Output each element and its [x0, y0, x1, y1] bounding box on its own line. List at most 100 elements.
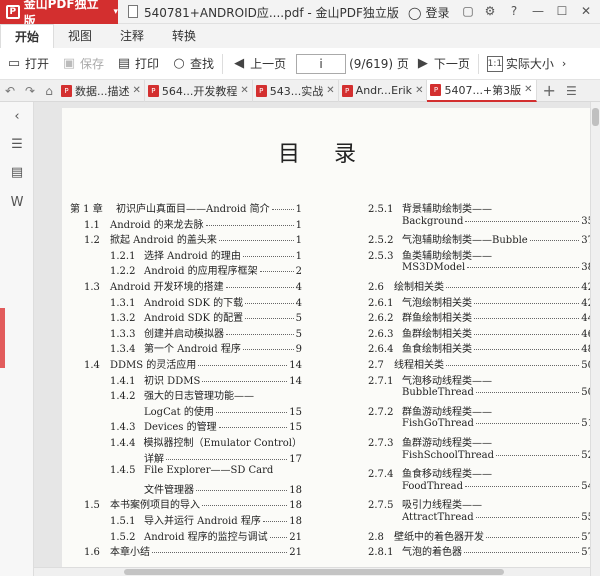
- toc-entry: 1.4.5 File Explorer——SD Card: [110, 465, 302, 476]
- toc-entry: 详解 17: [144, 450, 302, 465]
- toc-entry: 1.1 Android 的来龙去脉 1: [84, 216, 302, 231]
- maximize-icon[interactable]: ☐: [554, 3, 570, 19]
- toc-entry: 1.6 本章小结 21: [84, 543, 302, 558]
- toc-entry: 1.5.2 Android 程序的监控与调试 21: [110, 528, 302, 543]
- new-tab-icon[interactable]: +: [543, 81, 556, 100]
- close-tab-icon[interactable]: ✕: [524, 84, 532, 95]
- toc-entry-page: 15: [289, 406, 302, 418]
- toc-entry-text: LogCat 的使用: [144, 406, 214, 418]
- toc-entry-number: 2.7.1: [368, 375, 394, 387]
- skin-icon[interactable]: ▢: [460, 3, 476, 19]
- close-tab-icon[interactable]: ✕: [326, 85, 334, 96]
- toc-entry-number: 1.5.1: [110, 516, 136, 527]
- vertical-scrollbar[interactable]: [590, 102, 600, 576]
- home-icon[interactable]: ⌂: [40, 84, 58, 98]
- toc-entry-page: 14: [289, 375, 302, 387]
- close-tab-icon[interactable]: ✕: [240, 85, 248, 96]
- next-page-button[interactable]: ▶ 下一页: [409, 48, 476, 80]
- toc-leader-dots: [218, 427, 288, 429]
- toc-entry-text: 群鱼游动线程类——: [402, 406, 492, 418]
- thumbnails-icon[interactable]: ▤: [9, 166, 25, 180]
- toc-entry: 2.7.4 鱼食移动线程类——: [368, 465, 594, 480]
- close-icon[interactable]: ✕: [578, 3, 594, 19]
- toc-entry: 1.4 DDMS 的灵活应用 14: [84, 356, 302, 371]
- print-button[interactable]: ▤ 打印: [110, 48, 165, 80]
- toc-leader-dots: [242, 349, 294, 351]
- toc-leader-dots: [269, 536, 288, 538]
- page-number-input[interactable]: i: [296, 53, 347, 74]
- gear-icon[interactable]: ⚙: [482, 3, 498, 19]
- find-button[interactable]: ○ 查找: [165, 48, 220, 80]
- toc-entry: 1.2.1 选择 Android 的理由 1: [110, 247, 302, 262]
- outline-icon[interactable]: ☰: [9, 138, 25, 152]
- toc-entry: 2.5.2 气泡辅助绘制类——Bubble 37: [368, 231, 594, 246]
- tab-list-icon[interactable]: ☰: [566, 84, 577, 98]
- toc-entry-page: 14: [289, 360, 302, 371]
- print-label: 打印: [135, 57, 160, 71]
- toc-entry-number: 1.2.1: [110, 250, 136, 262]
- doc-tab-active[interactable]: P 5407...+第3版 ✕: [427, 79, 537, 102]
- doc-tab[interactable]: P 543...实战 ✕: [253, 79, 339, 102]
- toc-leader-dots: [262, 521, 288, 522]
- doc-tab-label: 5407...+第3版: [444, 83, 522, 97]
- toc-entry-text: 气泡绘制相关类: [402, 297, 472, 309]
- toc-entry-number: 1.2: [84, 235, 100, 247]
- toc-entry-number: 2.6: [368, 282, 384, 293]
- toc-entry-page: 17: [289, 453, 302, 465]
- toc-entry-text: File Explorer——SD Card: [144, 465, 274, 477]
- page-count-label: (9/619) 页: [349, 57, 409, 71]
- tab-view[interactable]: 视图: [54, 24, 106, 48]
- doc-tab[interactable]: P 564...开发教程 ✕: [145, 79, 253, 102]
- doc-tab-label: Andr...Erik: [355, 84, 413, 97]
- toc-leader-dots: [474, 349, 580, 351]
- toc-entry-number: 1.2.2: [110, 266, 136, 278]
- save-button[interactable]: ▣ 保存: [55, 48, 110, 80]
- toc-entry: FishGoThread 51: [402, 418, 594, 429]
- toc-entry-text: 第一个 Android 程序: [144, 344, 241, 356]
- sidebar-collapse-icon[interactable]: ‹: [9, 110, 25, 124]
- minimize-icon[interactable]: —: [530, 3, 546, 19]
- toc-entry: 1.4.2 强大的日志管理功能——: [110, 387, 302, 402]
- toc-entry: AttractThread 55: [402, 512, 594, 523]
- actual-size-button[interactable]: 1:1 实际大小: [481, 48, 560, 80]
- toc-entry-text: 壁纸中的着色器开发: [394, 531, 484, 543]
- close-tab-icon[interactable]: ✕: [415, 85, 423, 96]
- undo-icon[interactable]: ↶: [0, 84, 20, 98]
- toc-entry-text: AttractThread: [402, 512, 474, 523]
- toc-leader-dots: [205, 224, 294, 226]
- toc-entry-text: 群鱼绘制相关类: [402, 313, 472, 325]
- toc-leader-dots: [198, 365, 288, 366]
- help-icon[interactable]: ?: [506, 3, 522, 19]
- toc-entry: 1.4.4 模拟器控制（Emulator Control）: [110, 434, 302, 449]
- redo-icon[interactable]: ↷: [20, 84, 40, 98]
- toc-entry-page: 21: [289, 547, 302, 559]
- prev-page-button[interactable]: ◀ 上一页: [225, 48, 292, 80]
- horizontal-scrollbar[interactable]: [34, 567, 590, 576]
- toolbar-more-button[interactable]: ›: [560, 48, 568, 80]
- app-menu-button[interactable]: P 金山PDF独立版 ▾: [0, 0, 118, 28]
- toc-leader-dots: [446, 287, 580, 288]
- open-button[interactable]: ▭ 打开: [0, 48, 55, 80]
- user-icon: ◯: [408, 5, 422, 20]
- close-tab-icon[interactable]: ✕: [133, 85, 141, 96]
- toc-entry: 1.5 本书案例项目的导入 18: [84, 496, 302, 511]
- scrollbar-thumb[interactable]: [124, 569, 504, 575]
- sidebar-drag-handle[interactable]: [0, 308, 5, 368]
- title-bar: P 金山PDF独立版 ▾ 540781+ANDROID应....pdf - 金山…: [0, 0, 600, 28]
- toc-entry: BubbleThread 50: [402, 387, 594, 398]
- scrollbar-thumb[interactable]: [592, 108, 599, 126]
- word-convert-icon[interactable]: W: [9, 196, 25, 210]
- login-button[interactable]: ◯ 登录: [408, 4, 449, 21]
- document-viewer[interactable]: 目录 第 1 章 初识庐山真面目——Android 简介 1 1.1 Android 的…: [34, 102, 600, 576]
- toc-entry-text: Devices 的管理: [144, 422, 217, 434]
- toc-entry-number: 1.6: [84, 547, 100, 559]
- tab-annotate[interactable]: 注释: [106, 24, 158, 48]
- toc-leader-dots: [202, 380, 288, 382]
- doc-tab[interactable]: P 数据...描述 ✕: [58, 79, 145, 102]
- tab-start[interactable]: 开始: [0, 24, 55, 48]
- doc-tab[interactable]: P Andr...Erik ✕: [339, 79, 428, 102]
- tab-convert[interactable]: 转换: [158, 24, 210, 48]
- toc-entry-text: 本书案例项目的导入: [110, 500, 200, 512]
- divider: [477, 53, 479, 74]
- toc-leader-dots: [242, 255, 294, 257]
